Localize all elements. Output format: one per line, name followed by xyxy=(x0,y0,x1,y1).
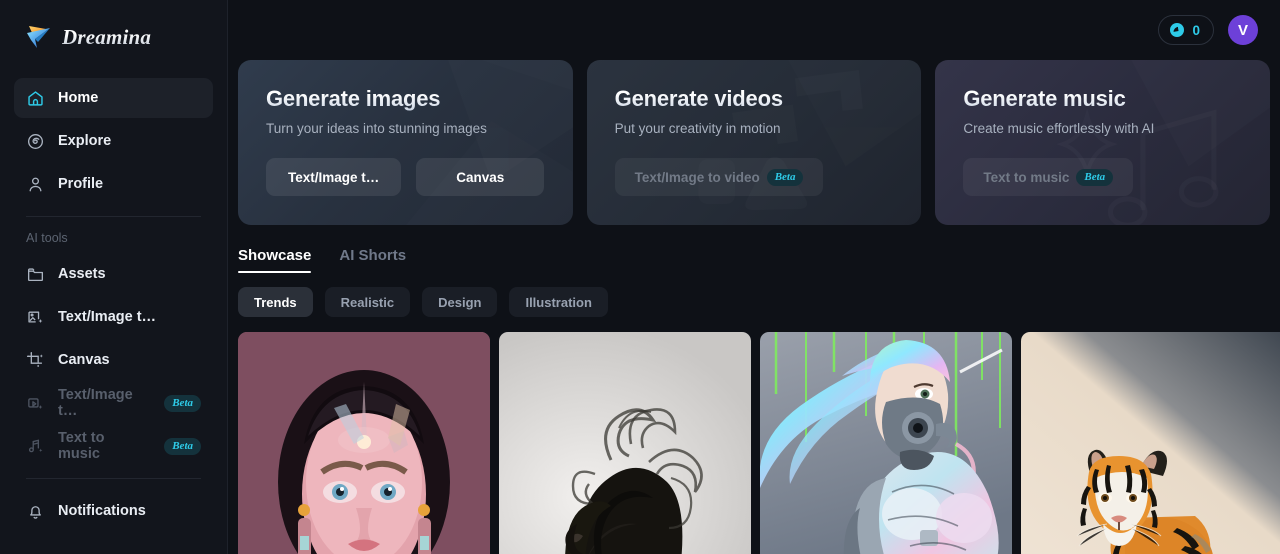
hero-card-generate-music[interactable]: Generate music Create music effortlessly… xyxy=(935,60,1271,225)
gallery-image-cyber-android-woman xyxy=(760,332,1012,554)
card-button-label: Canvas xyxy=(456,169,505,185)
credit-gem-icon xyxy=(1169,22,1185,38)
filter-chip-realistic[interactable]: Realistic xyxy=(324,287,411,317)
card-button-label: Text/Image to video xyxy=(634,169,760,185)
avatar[interactable]: V xyxy=(1228,15,1258,45)
hero-card-generate-videos[interactable]: Generate videos Put your creativity in m… xyxy=(586,60,922,225)
avatar-initial: V xyxy=(1237,21,1248,39)
filter-chip-design[interactable]: Design xyxy=(422,287,498,317)
brand-name: Dreamina xyxy=(62,24,152,49)
sidebar-item-profile[interactable]: Profile xyxy=(14,164,213,204)
sidebar-item-label: Profile xyxy=(58,176,104,192)
sidebar-item-home[interactable]: Home xyxy=(14,78,213,118)
sidebar-item-assets[interactable]: Assets xyxy=(14,254,213,294)
chip-label: Trends xyxy=(254,294,297,310)
sidebar-item-label: Explore xyxy=(58,133,112,149)
music-sparkle-icon xyxy=(26,437,45,456)
sidebar-item-label: Text/Image t… xyxy=(58,387,133,419)
card-actions: Text/Image t… Canvas xyxy=(266,158,545,196)
bell-icon xyxy=(26,502,45,521)
card-button-label: Text/Image t… xyxy=(288,169,380,185)
sidebar-item-text-image-to-video[interactable]: Text/Image t… Beta xyxy=(14,383,213,423)
tab-label: AI Shorts xyxy=(339,247,407,264)
card-subtitle: Put your creativity in motion xyxy=(614,121,781,136)
filter-chip-illustration[interactable]: Illustration xyxy=(509,287,608,317)
sidebar-item-label: Notifications xyxy=(58,503,146,519)
hero-cards: Generate images Turn your ideas into stu… xyxy=(228,60,1280,225)
filter-chip-trends[interactable]: Trends xyxy=(238,287,313,317)
sidebar-item-label: Home xyxy=(58,90,99,106)
compass-icon xyxy=(26,132,45,151)
image-sparkle-icon xyxy=(26,308,45,327)
sidebar-item-text-image-to-image[interactable]: Text/Image t… xyxy=(14,297,213,337)
tab-label: Showcase xyxy=(238,247,312,264)
topbar: 0 V xyxy=(228,0,1280,60)
sidebar-primary-nav: Home Explore Profile xyxy=(14,78,213,204)
chip-label: Design xyxy=(438,294,482,310)
beta-badge: Beta xyxy=(164,394,201,412)
card-title: Generate images xyxy=(266,86,545,112)
beta-badge: Beta xyxy=(1076,168,1114,186)
card-actions: Text to music Beta xyxy=(963,158,1242,196)
sidebar-divider-bottom xyxy=(26,478,201,479)
chip-label: Realistic xyxy=(340,294,395,310)
brand-logo[interactable]: Dreamina xyxy=(14,0,213,74)
filter-chips: Trends Realistic Design Illustration xyxy=(228,273,1280,317)
chip-label: Illustration xyxy=(525,294,592,310)
sidebar-item-text-to-music[interactable]: Text to music Beta xyxy=(14,426,213,466)
card-title: Generate videos xyxy=(615,86,894,112)
sidebar-tools-nav: Assets Text/Image t… Canvas Text/Image t… xyxy=(14,254,213,466)
tab-ai-shorts[interactable]: AI Shorts xyxy=(339,247,406,273)
canvas-frame-icon xyxy=(26,351,45,370)
sidebar-item-label: Text to music xyxy=(58,430,105,462)
dreamina-bird-logo-icon xyxy=(24,22,54,52)
sidebar-item-explore[interactable]: Explore xyxy=(14,121,213,161)
gallery-item[interactable] xyxy=(499,332,751,554)
card-button-canvas[interactable]: Canvas xyxy=(416,158,545,196)
sidebar-footer-nav: Notifications xyxy=(14,491,213,531)
content-tabs: Showcase AI Shorts xyxy=(228,225,1280,273)
folder-icon xyxy=(26,265,45,284)
card-decoration-videos xyxy=(587,60,922,225)
gallery-item[interactable] xyxy=(238,332,490,554)
credits-value: 0 xyxy=(1192,22,1200,38)
gallery-image-smoke-hair-profile xyxy=(499,332,751,554)
sidebar-item-notifications[interactable]: Notifications xyxy=(14,491,213,531)
gallery-item[interactable] xyxy=(1021,332,1280,554)
sidebar-item-label: Canvas xyxy=(58,352,110,368)
sidebar: Dreamina Home Explore Profile AI tools A… xyxy=(0,0,228,554)
sidebar-section-label: AI tools xyxy=(26,231,68,245)
sidebar-divider-top xyxy=(26,216,201,217)
card-title: Generate music xyxy=(963,86,1242,112)
gallery-image-tiger-in-sunlight xyxy=(1021,332,1280,554)
card-decoration-music xyxy=(935,60,1270,225)
sidebar-item-canvas[interactable]: Canvas xyxy=(14,340,213,380)
dreamina-app: Dreamina Home Explore Profile AI tools A… xyxy=(0,0,1280,554)
card-subtitle: Create music effortlessly with AI xyxy=(963,121,1155,136)
person-icon xyxy=(26,175,45,194)
hero-card-generate-images[interactable]: Generate images Turn your ideas into stu… xyxy=(238,60,573,225)
tab-showcase[interactable]: Showcase xyxy=(238,247,312,273)
main-content: 0 V Generate images Turn your ideas into… xyxy=(228,0,1280,554)
card-subtitle: Turn your ideas into stunning images xyxy=(266,121,487,136)
gallery-image-chrome-portrait xyxy=(238,332,490,554)
showcase-gallery xyxy=(228,317,1280,554)
credits-badge[interactable]: 0 xyxy=(1158,15,1214,45)
sidebar-item-label: Assets xyxy=(58,266,106,282)
card-button-text-image-to-video[interactable]: Text/Image to video Beta xyxy=(614,158,824,196)
card-button-text-image-to-image[interactable]: Text/Image t… xyxy=(266,158,402,196)
sidebar-item-label: Text/Image t… xyxy=(58,309,157,325)
home-icon xyxy=(26,89,45,108)
gallery-item[interactable] xyxy=(760,332,1012,554)
card-decoration-images xyxy=(238,60,573,225)
card-actions: Text/Image to video Beta xyxy=(614,158,894,196)
card-button-text-to-music[interactable]: Text to music Beta xyxy=(963,158,1134,196)
beta-badge: Beta xyxy=(164,437,201,455)
video-sparkle-icon xyxy=(26,394,45,413)
beta-badge: Beta xyxy=(766,168,804,186)
card-button-label: Text to music xyxy=(983,169,1070,185)
